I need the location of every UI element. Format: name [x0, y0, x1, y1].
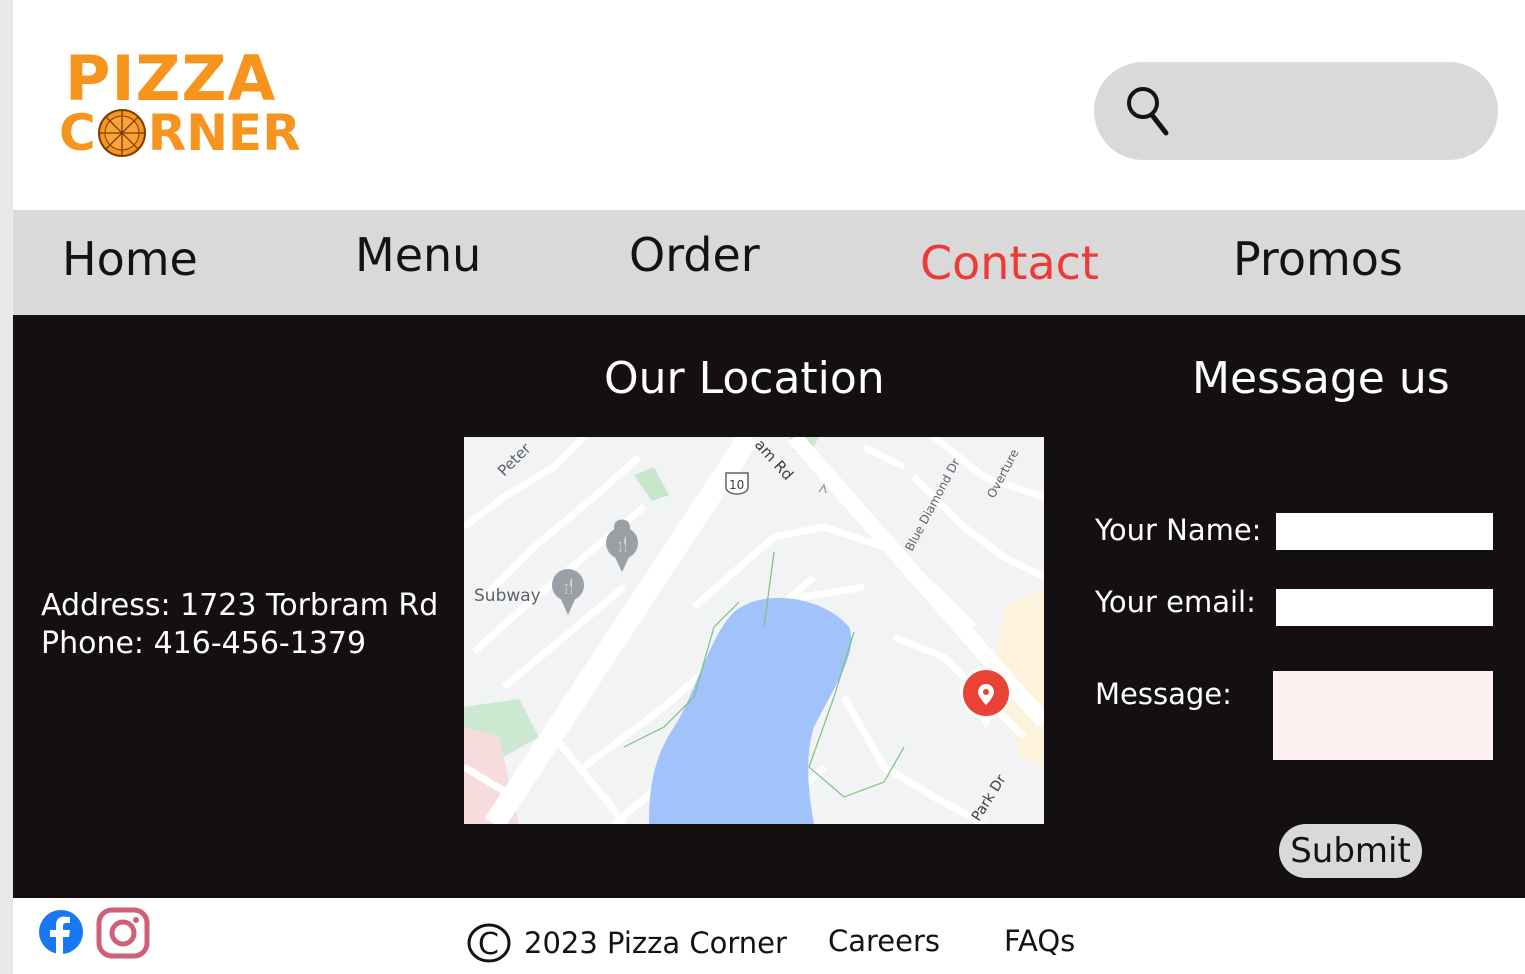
pizza-slice-icon [97, 109, 146, 157]
svg-text:C: C [478, 927, 499, 962]
phone-text: Phone: 416-456-1379 [41, 626, 367, 661]
location-title: Our Location [604, 353, 885, 404]
route-shield-icon: 10 [725, 472, 749, 495]
submit-button[interactable]: Submit [1279, 824, 1422, 878]
facebook-icon[interactable] [38, 908, 84, 956]
logo-letters-rner: RNER [147, 104, 301, 162]
logo-letter-c: C [59, 104, 96, 162]
main-nav: Home Menu Order Contact Promos [13, 210, 1525, 315]
svg-text:🍴: 🍴 [560, 578, 577, 595]
faqs-link[interactable]: FAQs [1004, 924, 1075, 958]
search-bar[interactable] [1094, 62, 1498, 160]
message-label: Message: [1095, 677, 1232, 711]
message-title: Message us [1192, 353, 1450, 404]
address-text: Address: 1723 Torbram Rd [41, 588, 439, 623]
email-label: Your email: [1095, 585, 1256, 619]
search-input[interactable] [1184, 86, 1478, 138]
location-map[interactable]: Peter am Rd Blue Diamond Dr Overture Sub… [464, 437, 1044, 824]
nav-item-order[interactable]: Order [629, 228, 760, 282]
page: PIZZA C RNER Home Menu Order Contact Pro… [13, 0, 1525, 974]
nav-item-promos[interactable]: Promos [1233, 232, 1403, 286]
name-label: Your Name: [1095, 513, 1262, 547]
instagram-icon[interactable] [96, 907, 150, 959]
route-number: 10 [729, 478, 744, 492]
email-field[interactable] [1276, 589, 1493, 626]
logo-text-corner: C RNER [59, 106, 301, 160]
nav-item-contact[interactable]: Contact [920, 236, 1099, 290]
copyright: C 2023 Pizza Corner [466, 922, 787, 964]
copyright-text: 2023 Pizza Corner [524, 926, 787, 960]
nav-item-home[interactable]: Home [62, 232, 198, 286]
nav-item-menu[interactable]: Menu [355, 228, 481, 282]
map-label-subway: Subway [474, 586, 541, 606]
careers-link[interactable]: Careers [828, 924, 940, 958]
copyright-icon: C [467, 923, 511, 963]
message-field[interactable] [1273, 671, 1493, 760]
pizza-corner-logo[interactable]: PIZZA C RNER [59, 48, 339, 160]
name-field[interactable] [1276, 513, 1493, 550]
map-graphic: Peter am Rd Blue Diamond Dr Overture Sub… [464, 437, 1044, 824]
header: PIZZA C RNER [13, 0, 1525, 210]
search-icon[interactable] [1124, 84, 1172, 138]
logo-text-pizza: PIZZA [65, 42, 277, 115]
svg-text:🍴: 🍴 [614, 536, 631, 553]
footer: C 2023 Pizza Corner Careers FAQs [13, 898, 1525, 974]
contact-info: Address: 1723 Torbram Rd Phone: 416-456-… [41, 587, 438, 663]
contact-section: Address: 1723 Torbram Rd Phone: 416-456-… [13, 315, 1525, 898]
